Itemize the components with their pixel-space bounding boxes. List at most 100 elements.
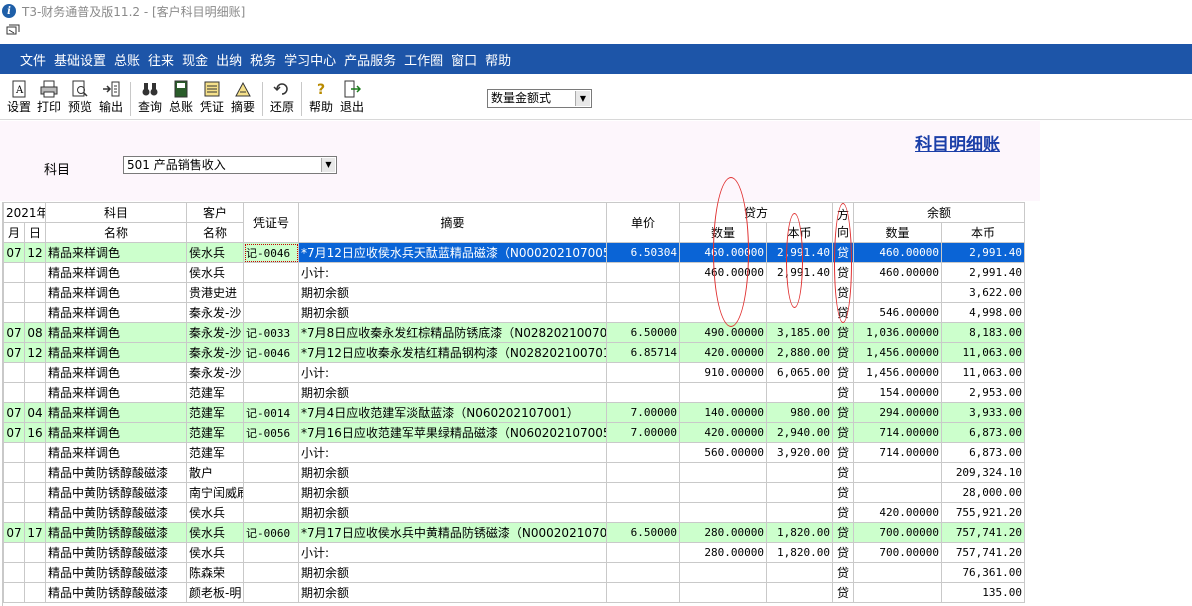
voucher-cell[interactable]: 记-0014: [243, 402, 300, 423]
voucher-cell[interactable]: [243, 442, 300, 463]
table-row[interactable]: 07 08 精品来样调色 秦永发-沙 记-0033 *7月8日应收秦永发红棕精品防锈底漆（…: [3, 322, 1026, 343]
unit-price-cell[interactable]: [606, 262, 681, 283]
month-cell[interactable]: 07: [3, 242, 25, 263]
balance-qty-cell[interactable]: 700.00000: [853, 542, 943, 563]
direction-cell[interactable]: 贷: [832, 362, 855, 383]
voucher-cell[interactable]: [243, 462, 300, 483]
unit-price-cell[interactable]: 7.00000: [606, 422, 681, 443]
menu-item[interactable]: 总账: [110, 50, 144, 69]
restore-button[interactable]: 还原: [267, 80, 297, 118]
customer-cell[interactable]: 南宁闰威刷: [186, 482, 245, 503]
subject-cell[interactable]: 精品中黄防锈醇酸磁漆: [45, 502, 188, 523]
table-row[interactable]: 07 12 精品来样调色 侯水兵 记-0046 *7月12日应收侯水兵天酞蓝精品磁漆（N0…: [3, 242, 1026, 263]
balance-qty-cell[interactable]: [853, 462, 943, 483]
query-button[interactable]: 查询: [135, 80, 165, 118]
credit-qty-cell[interactable]: 910.00000: [679, 362, 768, 383]
day-cell[interactable]: [23, 442, 47, 463]
table-row[interactable]: 精品中黄防锈醇酸磁漆 散户 期初余额 贷 209,324.10: [3, 462, 1026, 483]
day-cell[interactable]: [23, 382, 47, 403]
credit-qty-cell[interactable]: 280.00000: [679, 542, 768, 563]
credit-amount-cell[interactable]: 1,820.00: [766, 522, 834, 543]
menu-item[interactable]: 学习中心: [280, 50, 340, 69]
month-cell[interactable]: 07: [3, 522, 25, 543]
day-cell[interactable]: 08: [23, 322, 47, 343]
unit-price-cell[interactable]: [606, 362, 681, 383]
balance-amount-cell[interactable]: 2,991.40: [941, 242, 1026, 263]
day-cell[interactable]: 17: [23, 522, 47, 543]
credit-qty-cell[interactable]: [679, 582, 768, 603]
subject-cell[interactable]: 精品中黄防锈醇酸磁漆: [45, 522, 188, 543]
balance-qty-cell[interactable]: 1,456.00000: [853, 362, 943, 383]
summary-header[interactable]: 摘要: [298, 202, 608, 243]
balance-amount-cell[interactable]: 757,741.20: [941, 542, 1026, 563]
customer-cell[interactable]: 范建军: [186, 402, 245, 423]
month-cell[interactable]: [3, 502, 25, 523]
direction-cell[interactable]: 贷: [832, 322, 855, 343]
balance-qty-header[interactable]: 数量: [853, 222, 943, 243]
subject-cell[interactable]: 精品来样调色: [45, 422, 188, 443]
subject-cell[interactable]: 精品中黄防锈醇酸磁漆: [45, 482, 188, 503]
credit-amount-cell[interactable]: 2,940.00: [766, 422, 834, 443]
direction-cell[interactable]: 贷: [832, 302, 855, 323]
customer-name-header[interactable]: 名称: [186, 222, 245, 243]
month-cell[interactable]: [3, 582, 25, 603]
subject-cell[interactable]: 精品来样调色: [45, 282, 188, 303]
month-cell[interactable]: [3, 302, 25, 323]
month-cell[interactable]: [3, 562, 25, 583]
voucher-cell[interactable]: [243, 262, 300, 283]
customer-cell[interactable]: 侯水兵: [186, 242, 245, 263]
summary-cell[interactable]: 期初余额: [298, 502, 608, 523]
customer-cell[interactable]: 侯水兵: [186, 542, 245, 563]
table-row[interactable]: 精品来样调色 侯水兵 小计: 460.00000 2,991.40 贷 460.00000 2…: [3, 262, 1026, 283]
summary-cell[interactable]: 期初余额: [298, 462, 608, 483]
menu-item[interactable]: 文件: [16, 50, 50, 69]
subject-cell[interactable]: 精品来样调色: [45, 262, 188, 283]
voucher-cell[interactable]: [243, 582, 300, 603]
balance-amount-cell[interactable]: 28,000.00: [941, 482, 1026, 503]
voucher-cell[interactable]: [243, 282, 300, 303]
credit-qty-cell[interactable]: 560.00000: [679, 442, 768, 463]
unit-price-cell[interactable]: 6.50304: [606, 242, 681, 263]
day-cell[interactable]: [23, 282, 47, 303]
customer-cell[interactable]: 侯水兵: [186, 522, 245, 543]
month-cell[interactable]: [3, 482, 25, 503]
credit-qty-cell[interactable]: 460.00000: [679, 242, 768, 263]
balance-qty-cell[interactable]: 546.00000: [853, 302, 943, 323]
balance-amount-cell[interactable]: 2,991.40: [941, 262, 1026, 283]
customer-cell[interactable]: 颜老板-明: [186, 582, 245, 603]
voucher-button[interactable]: 凭证: [197, 80, 227, 118]
table-row[interactable]: 精品来样调色 贵港史进 期初余额 贷 3,622.00: [3, 282, 1026, 303]
month-cell[interactable]: 07: [3, 342, 25, 363]
balance-amount-cell[interactable]: 209,324.10: [941, 462, 1026, 483]
credit-amount-cell[interactable]: 6,065.00: [766, 362, 834, 383]
balance-amount-cell[interactable]: 3,622.00: [941, 282, 1026, 303]
month-header[interactable]: 月: [3, 222, 25, 243]
month-cell[interactable]: [3, 442, 25, 463]
month-cell[interactable]: [3, 362, 25, 383]
balance-amount-cell[interactable]: 4,998.00: [941, 302, 1026, 323]
customer-cell[interactable]: 散户: [186, 462, 245, 483]
credit-qty-cell[interactable]: 490.00000: [679, 322, 768, 343]
credit-qty-header[interactable]: 数量: [679, 222, 768, 243]
subject-cell[interactable]: 精品中黄防锈醇酸磁漆: [45, 582, 188, 603]
menu-item[interactable]: 税务: [246, 50, 280, 69]
day-cell[interactable]: 12: [23, 342, 47, 363]
balance-amount-cell[interactable]: 6,873.00: [941, 442, 1026, 463]
menu-item[interactable]: 工作圈: [400, 50, 447, 69]
summary-cell[interactable]: *7月8日应收秦永发红棕精品防锈底漆（N0282021007011）: [298, 322, 608, 343]
subject-select[interactable]: 501 产品销售收入 ▼: [123, 156, 337, 174]
credit-amount-header[interactable]: 本币: [766, 222, 834, 243]
direction-cell[interactable]: 贷: [832, 262, 855, 283]
balance-qty-cell[interactable]: 294.00000: [853, 402, 943, 423]
balance-amount-cell[interactable]: 11,063.00: [941, 342, 1026, 363]
credit-qty-cell[interactable]: [679, 502, 768, 523]
voucher-cell[interactable]: 记-0060: [243, 522, 300, 543]
day-cell[interactable]: [23, 462, 47, 483]
voucher-cell[interactable]: [243, 302, 300, 323]
balance-qty-cell[interactable]: 1,036.00000: [853, 322, 943, 343]
day-cell[interactable]: [23, 262, 47, 283]
subject-cell[interactable]: 精品来样调色: [45, 342, 188, 363]
subject-cell[interactable]: 精品来样调色: [45, 322, 188, 343]
month-cell[interactable]: 07: [3, 402, 25, 423]
table-row[interactable]: 精品中黄防锈醇酸磁漆 陈森荣 期初余额 贷 76,361.00: [3, 562, 1026, 583]
